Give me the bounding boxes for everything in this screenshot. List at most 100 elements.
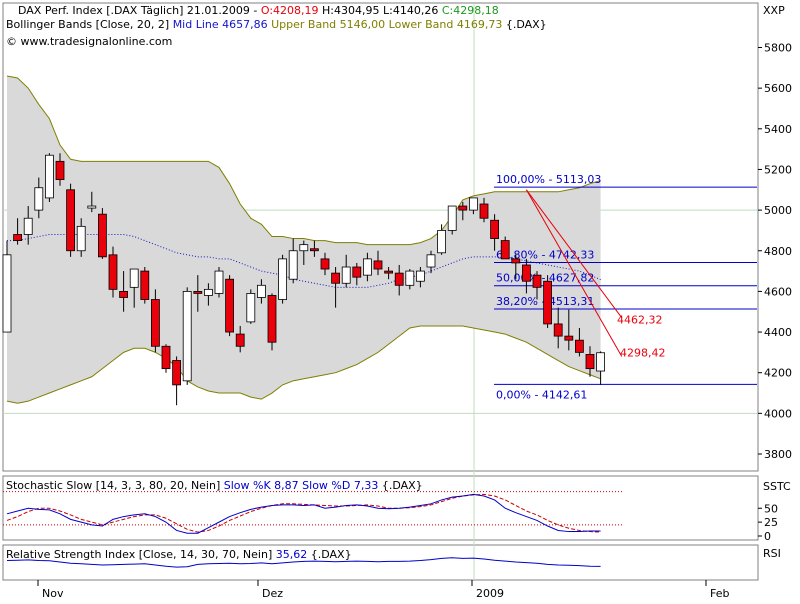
candle-body <box>564 335 574 341</box>
price-axis-label: XXP <box>763 4 785 17</box>
candle-body <box>309 248 319 252</box>
stoch-title: Stochastic Slow [14, 3, 3, 80, 20, Nein]… <box>6 479 423 492</box>
legend-open: O:4208,19 <box>261 4 319 17</box>
time-tick-label: Nov <box>42 587 64 600</box>
candle-body <box>362 258 372 276</box>
price-tick-label: 5000 <box>764 204 792 217</box>
legend-symbol: DAX Perf. Index [.DAX Täglich] 21.01.200… <box>18 4 261 17</box>
candle-body <box>479 203 489 219</box>
stoch-title-values: Slow %K 8,87 Slow %D 7,33 <box>224 479 379 492</box>
candle-body <box>140 270 150 300</box>
candle-body <box>76 225 86 252</box>
candle-body <box>543 280 552 325</box>
candle-body <box>490 219 500 239</box>
candle-body <box>225 278 235 333</box>
candle-body <box>320 258 330 270</box>
candle-body <box>66 189 75 252</box>
candle-body <box>98 213 107 258</box>
rsi-title-prefix: Relative Strength Index [Close, 14, 30, … <box>6 548 276 561</box>
legend-high: H:4304,95 <box>319 4 380 17</box>
candle-body <box>278 258 288 300</box>
legend-low: L:4140,26 <box>380 4 439 17</box>
price-tick-label: 5800 <box>764 42 792 55</box>
candle-body <box>182 290 192 382</box>
candle-body <box>246 293 256 323</box>
stoch-tick-label: 25 <box>764 516 778 529</box>
candle-body <box>394 272 404 286</box>
time-tick-label: 2009 <box>476 587 504 600</box>
candle-body <box>384 270 394 274</box>
rsi-title: Relative Strength Index [Close, 14, 30, … <box>6 548 352 561</box>
candle-body <box>341 266 351 284</box>
candle-body <box>288 250 298 280</box>
candle-body <box>193 290 203 294</box>
rsi-title-suffix: {.DAX} <box>307 548 351 561</box>
bb-upper: Upper Band 5146,00 <box>268 18 386 31</box>
candle-body <box>437 230 447 254</box>
price-tick-label: 5400 <box>764 123 792 136</box>
candle-body <box>235 333 245 347</box>
stoch-axis-label: SSTC <box>763 480 791 493</box>
candle-body <box>256 284 266 298</box>
time-tick-label: Dez <box>262 587 283 600</box>
price-tick-label: 3800 <box>764 448 792 461</box>
stoch-legend: Stochastic Slow [14, 3, 3, 80, 20, Nein]… <box>6 479 423 492</box>
stoch-title-prefix: Stochastic Slow [14, 3, 3, 80, 20, Nein] <box>6 479 224 492</box>
candle-body <box>34 187 44 211</box>
candle-body <box>2 254 12 333</box>
candle-body <box>87 205 97 209</box>
candle-body <box>13 234 23 241</box>
candle-body <box>119 290 128 298</box>
price-tick-label: 4800 <box>764 245 792 258</box>
candle-body <box>596 352 605 372</box>
rsi-title-value: 35,62 <box>276 548 308 561</box>
price-tick-label: 4400 <box>764 326 792 339</box>
candle-body <box>511 258 521 264</box>
candle-body <box>585 354 595 370</box>
candle-body <box>108 254 118 290</box>
bb-mid: Mid Line 4657,86 <box>173 18 268 31</box>
candle-body <box>23 217 33 235</box>
legend-line-1: DAX Perf. Index [.DAX Täglich] 21.01.200… <box>18 4 499 17</box>
trend-label-last: 4298,42 <box>620 347 666 360</box>
candle-body <box>468 197 478 211</box>
price-tick-label: 4600 <box>764 285 792 298</box>
candle-body <box>55 160 65 181</box>
candle-body <box>415 270 425 282</box>
fib-label: 100,00% - 5113,03 <box>496 173 601 186</box>
legend-close: C:4298,18 <box>438 4 498 17</box>
price-tick-label: 4000 <box>764 407 792 420</box>
chart-root: 100,00% - 5113,03 61,80% - 4742,33 50,00% … <box>0 0 800 600</box>
candle-body <box>500 240 510 260</box>
candle-body <box>532 274 542 288</box>
stoch-tick-label: 0 <box>764 530 771 543</box>
candle-body <box>373 260 383 270</box>
time-tick-label: Feb <box>710 587 729 600</box>
rsi-axis-label: RSI <box>763 547 781 560</box>
bb-lower: Lower Band 4169,73 <box>385 18 502 31</box>
fib-label: 0,00% - 4142,61 <box>496 388 587 401</box>
fib-label: 61,80% - 4742,33 <box>496 248 594 261</box>
stoch-title-suffix: {.DAX} <box>378 479 422 492</box>
candle-body <box>161 345 171 370</box>
price-tick-label: 4200 <box>764 367 792 380</box>
copyright: © www.tradesignalonline.com <box>6 35 172 48</box>
candle-body <box>522 264 531 282</box>
candle-body <box>426 254 436 268</box>
candle-body <box>405 270 415 286</box>
candle-body <box>331 272 341 284</box>
trend-label-upper: 4462,32 <box>617 313 663 326</box>
candle-body <box>553 323 563 337</box>
candle-body <box>299 244 309 252</box>
candle-body <box>129 268 139 288</box>
candle-body <box>458 205 468 211</box>
chart-canvas: 100,00% - 5113,0361,80% - 4742,3350,00% … <box>2 2 792 600</box>
candle-body <box>575 339 584 353</box>
price-tick-label: 5600 <box>764 82 792 95</box>
price-tick-label: 5200 <box>764 163 792 176</box>
bb-prefix: Bollinger Bands [Close, 20, 2] <box>6 18 173 31</box>
candle-body <box>172 360 182 386</box>
candle-body <box>214 270 224 294</box>
stoch-tick-label: 50 <box>764 502 778 515</box>
candle-body <box>45 154 54 199</box>
